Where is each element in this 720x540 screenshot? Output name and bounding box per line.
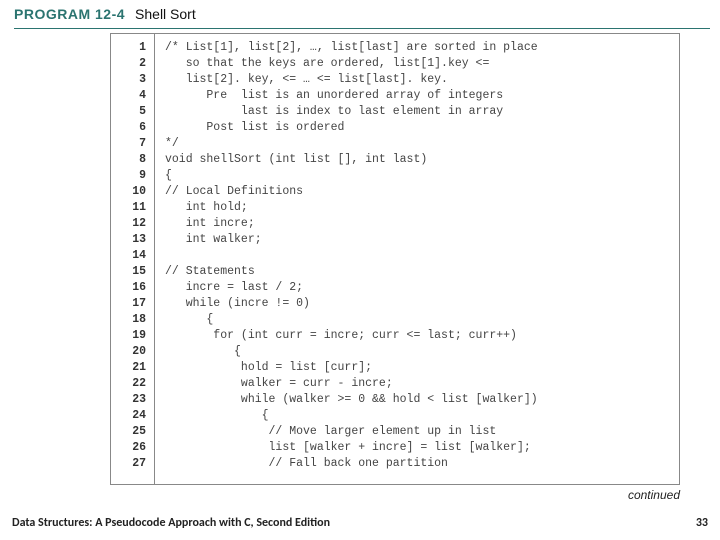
code-listing: 1234567891011121314151617181920212223242… [110,33,680,485]
line-number: 23 [115,392,146,408]
code-line: while (incre != 0) [165,296,669,312]
line-number: 25 [115,424,146,440]
line-number: 7 [115,136,146,152]
code-line: incre = last / 2; [165,280,669,296]
line-number: 12 [115,216,146,232]
code-line: // Local Definitions [165,184,669,200]
page-footer: Data Structures: A Pseudocode Approach w… [12,516,708,530]
line-number: 27 [115,456,146,472]
header-rule [14,28,710,29]
code-line: hold = list [curr]; [165,360,669,376]
line-number: 26 [115,440,146,456]
code-line: */ [165,136,669,152]
footer-book-title: Data Structures: A Pseudocode Approach w… [12,516,330,530]
code-line: void shellSort (int list [], int last) [165,152,669,168]
program-label: PROGRAM 12-4 [14,6,125,22]
line-number: 24 [115,408,146,424]
line-number: 4 [115,88,146,104]
line-number: 19 [115,328,146,344]
line-number: 10 [115,184,146,200]
line-number: 3 [115,72,146,88]
code-line: { [165,312,669,328]
code-line: int incre; [165,216,669,232]
line-number: 1 [115,40,146,56]
line-number: 11 [115,200,146,216]
line-number: 14 [115,248,146,264]
code-body: /* List[1], list[2], …, list[last] are s… [155,34,679,484]
code-line: { [165,408,669,424]
line-number: 16 [115,280,146,296]
code-line: int hold; [165,200,669,216]
line-number: 6 [115,120,146,136]
code-line: last is index to last element in array [165,104,669,120]
code-line: while (walker >= 0 && hold < list [walke… [165,392,669,408]
code-line [165,248,669,264]
code-line: list[2]. key, <= … <= list[last]. key. [165,72,669,88]
line-number: 21 [115,360,146,376]
line-number: 17 [115,296,146,312]
code-line: // Fall back one partition [165,456,669,472]
code-line: { [165,344,669,360]
code-line: { [165,168,669,184]
code-line: list [walker + incre] = list [walker]; [165,440,669,456]
code-line: /* List[1], list[2], …, list[last] are s… [165,40,669,56]
line-number-gutter: 1234567891011121314151617181920212223242… [111,34,155,484]
code-line: walker = curr - incre; [165,376,669,392]
line-number: 18 [115,312,146,328]
code-line: // Move larger element up in list [165,424,669,440]
code-line: Pre list is an unordered array of intege… [165,88,669,104]
line-number: 15 [115,264,146,280]
code-line: Post list is ordered [165,120,669,136]
line-number: 9 [115,168,146,184]
line-number: 2 [115,56,146,72]
continued-label: continued [628,488,680,502]
line-number: 13 [115,232,146,248]
line-number: 20 [115,344,146,360]
line-number: 22 [115,376,146,392]
program-header: PROGRAM 12-4 Shell Sort [0,0,720,26]
code-line: for (int curr = incre; curr <= last; cur… [165,328,669,344]
line-number: 8 [115,152,146,168]
code-line: int walker; [165,232,669,248]
program-title: Shell Sort [135,6,196,22]
code-line: so that the keys are ordered, list[1].ke… [165,56,669,72]
footer-page-number: 33 [696,516,708,530]
line-number: 5 [115,104,146,120]
code-line: // Statements [165,264,669,280]
